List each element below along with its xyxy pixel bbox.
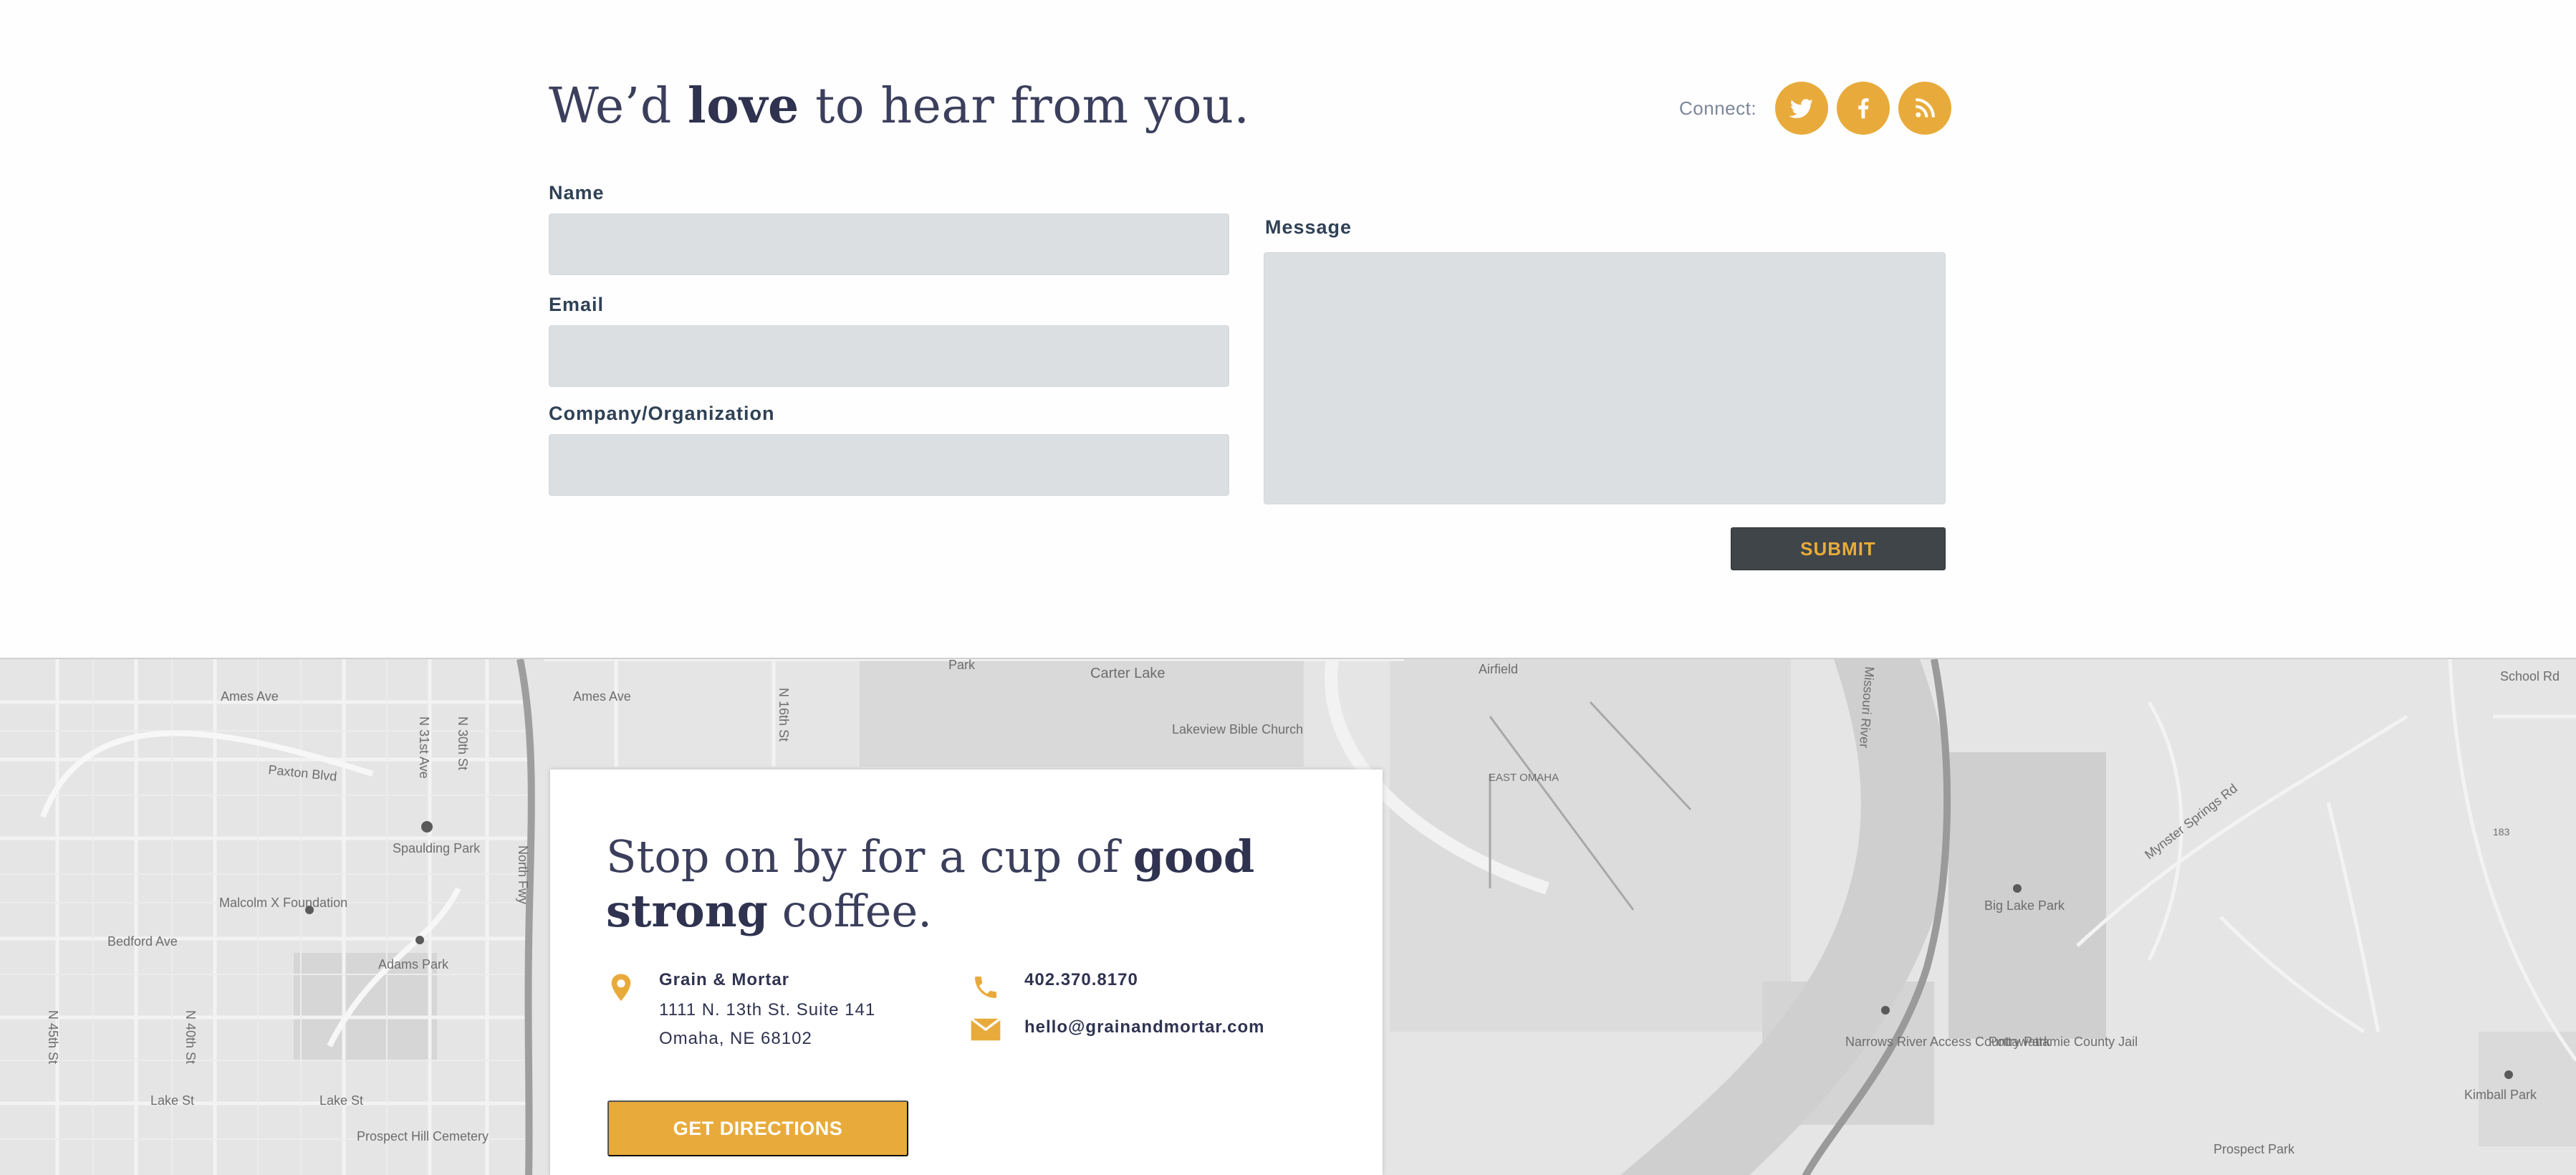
map-label: N 40th St xyxy=(183,1010,198,1064)
phone-icon xyxy=(975,977,996,998)
map-label: Big Lake Park xyxy=(1984,898,2065,913)
twitter-link[interactable] xyxy=(1775,82,1829,135)
contact-headline: We’d love to hear from you. xyxy=(549,77,1250,135)
social-connect: Connect: xyxy=(1679,80,1952,136)
map-label: Ames Ave xyxy=(573,689,631,704)
card-title: Stop on by for a cup of good strong coffe… xyxy=(606,830,1255,937)
map-label: Pottawattamie County Jail xyxy=(1989,1035,2138,1049)
phone-number[interactable]: 402.370.8170 xyxy=(1024,966,1138,994)
address-line-2: Omaha, NE 68102 xyxy=(659,1029,812,1048)
address-line-1: 1111 N. 13th St. Suite 141 xyxy=(659,1000,876,1020)
map-label: 183 xyxy=(2493,826,2510,838)
map-label: EAST OMAHA xyxy=(1489,772,1559,784)
map-label: Ames Ave xyxy=(221,689,279,704)
twitter-icon xyxy=(1789,99,1813,118)
facebook-link[interactable] xyxy=(1837,82,1890,135)
email-link[interactable]: hello@grainandmortar.com xyxy=(1024,1013,1264,1042)
map-label: North Fwy xyxy=(516,845,530,904)
connect-label: Connect: xyxy=(1679,97,1757,119)
contact-section: We’d love to hear from you. Connect: Nam… xyxy=(0,0,2576,658)
map-label: Bedford Ave xyxy=(107,934,178,949)
facebook-icon xyxy=(1858,98,1869,119)
location-card: Stop on by for a cup of good strong coffe… xyxy=(550,769,1383,1175)
map-label: Airfield xyxy=(1479,662,1518,676)
company-label: Company/Organization xyxy=(549,403,775,424)
map-label: Spaulding Park xyxy=(393,841,481,855)
map-label: Adams Park xyxy=(378,957,449,972)
map-label: N 16th St xyxy=(777,688,791,742)
message-label: Message xyxy=(1265,216,1352,238)
map-label: N 45th St xyxy=(46,1010,60,1064)
email-input[interactable] xyxy=(549,325,1229,387)
mail-icon xyxy=(970,1017,1001,1041)
map-label: Prospect Hill Cemetery xyxy=(357,1129,489,1143)
map-label: N 30th St xyxy=(456,716,470,770)
business-name: Grain & Mortar xyxy=(659,970,790,989)
location-pin-icon xyxy=(611,974,631,1002)
name-label: Name xyxy=(549,182,605,203)
name-input[interactable] xyxy=(549,214,1229,275)
submit-button[interactable]: SUBMIT xyxy=(1731,527,1946,570)
map-label: Lake St xyxy=(150,1093,194,1108)
rss-link[interactable] xyxy=(1898,82,1952,135)
map-label: Kimball Park xyxy=(2464,1088,2537,1102)
map-label: N 31st Ave xyxy=(417,716,431,779)
map-label: Prospect Park xyxy=(2214,1142,2295,1156)
message-textarea[interactable] xyxy=(1264,252,1946,504)
map-label: Lake St xyxy=(319,1093,363,1108)
rss-icon xyxy=(1916,98,1936,118)
email-label: Email xyxy=(549,294,605,315)
map-label: Carter Lake xyxy=(1090,666,1166,681)
get-directions-button[interactable]: GET DIRECTIONS xyxy=(607,1100,908,1156)
map-label: Park xyxy=(948,659,976,672)
map-label: School Rd xyxy=(2500,669,2560,684)
company-input[interactable] xyxy=(549,434,1229,496)
map-label: Malcolm X Foundation xyxy=(219,896,347,910)
map-label: Lakeview Bible Church xyxy=(1172,722,1303,737)
